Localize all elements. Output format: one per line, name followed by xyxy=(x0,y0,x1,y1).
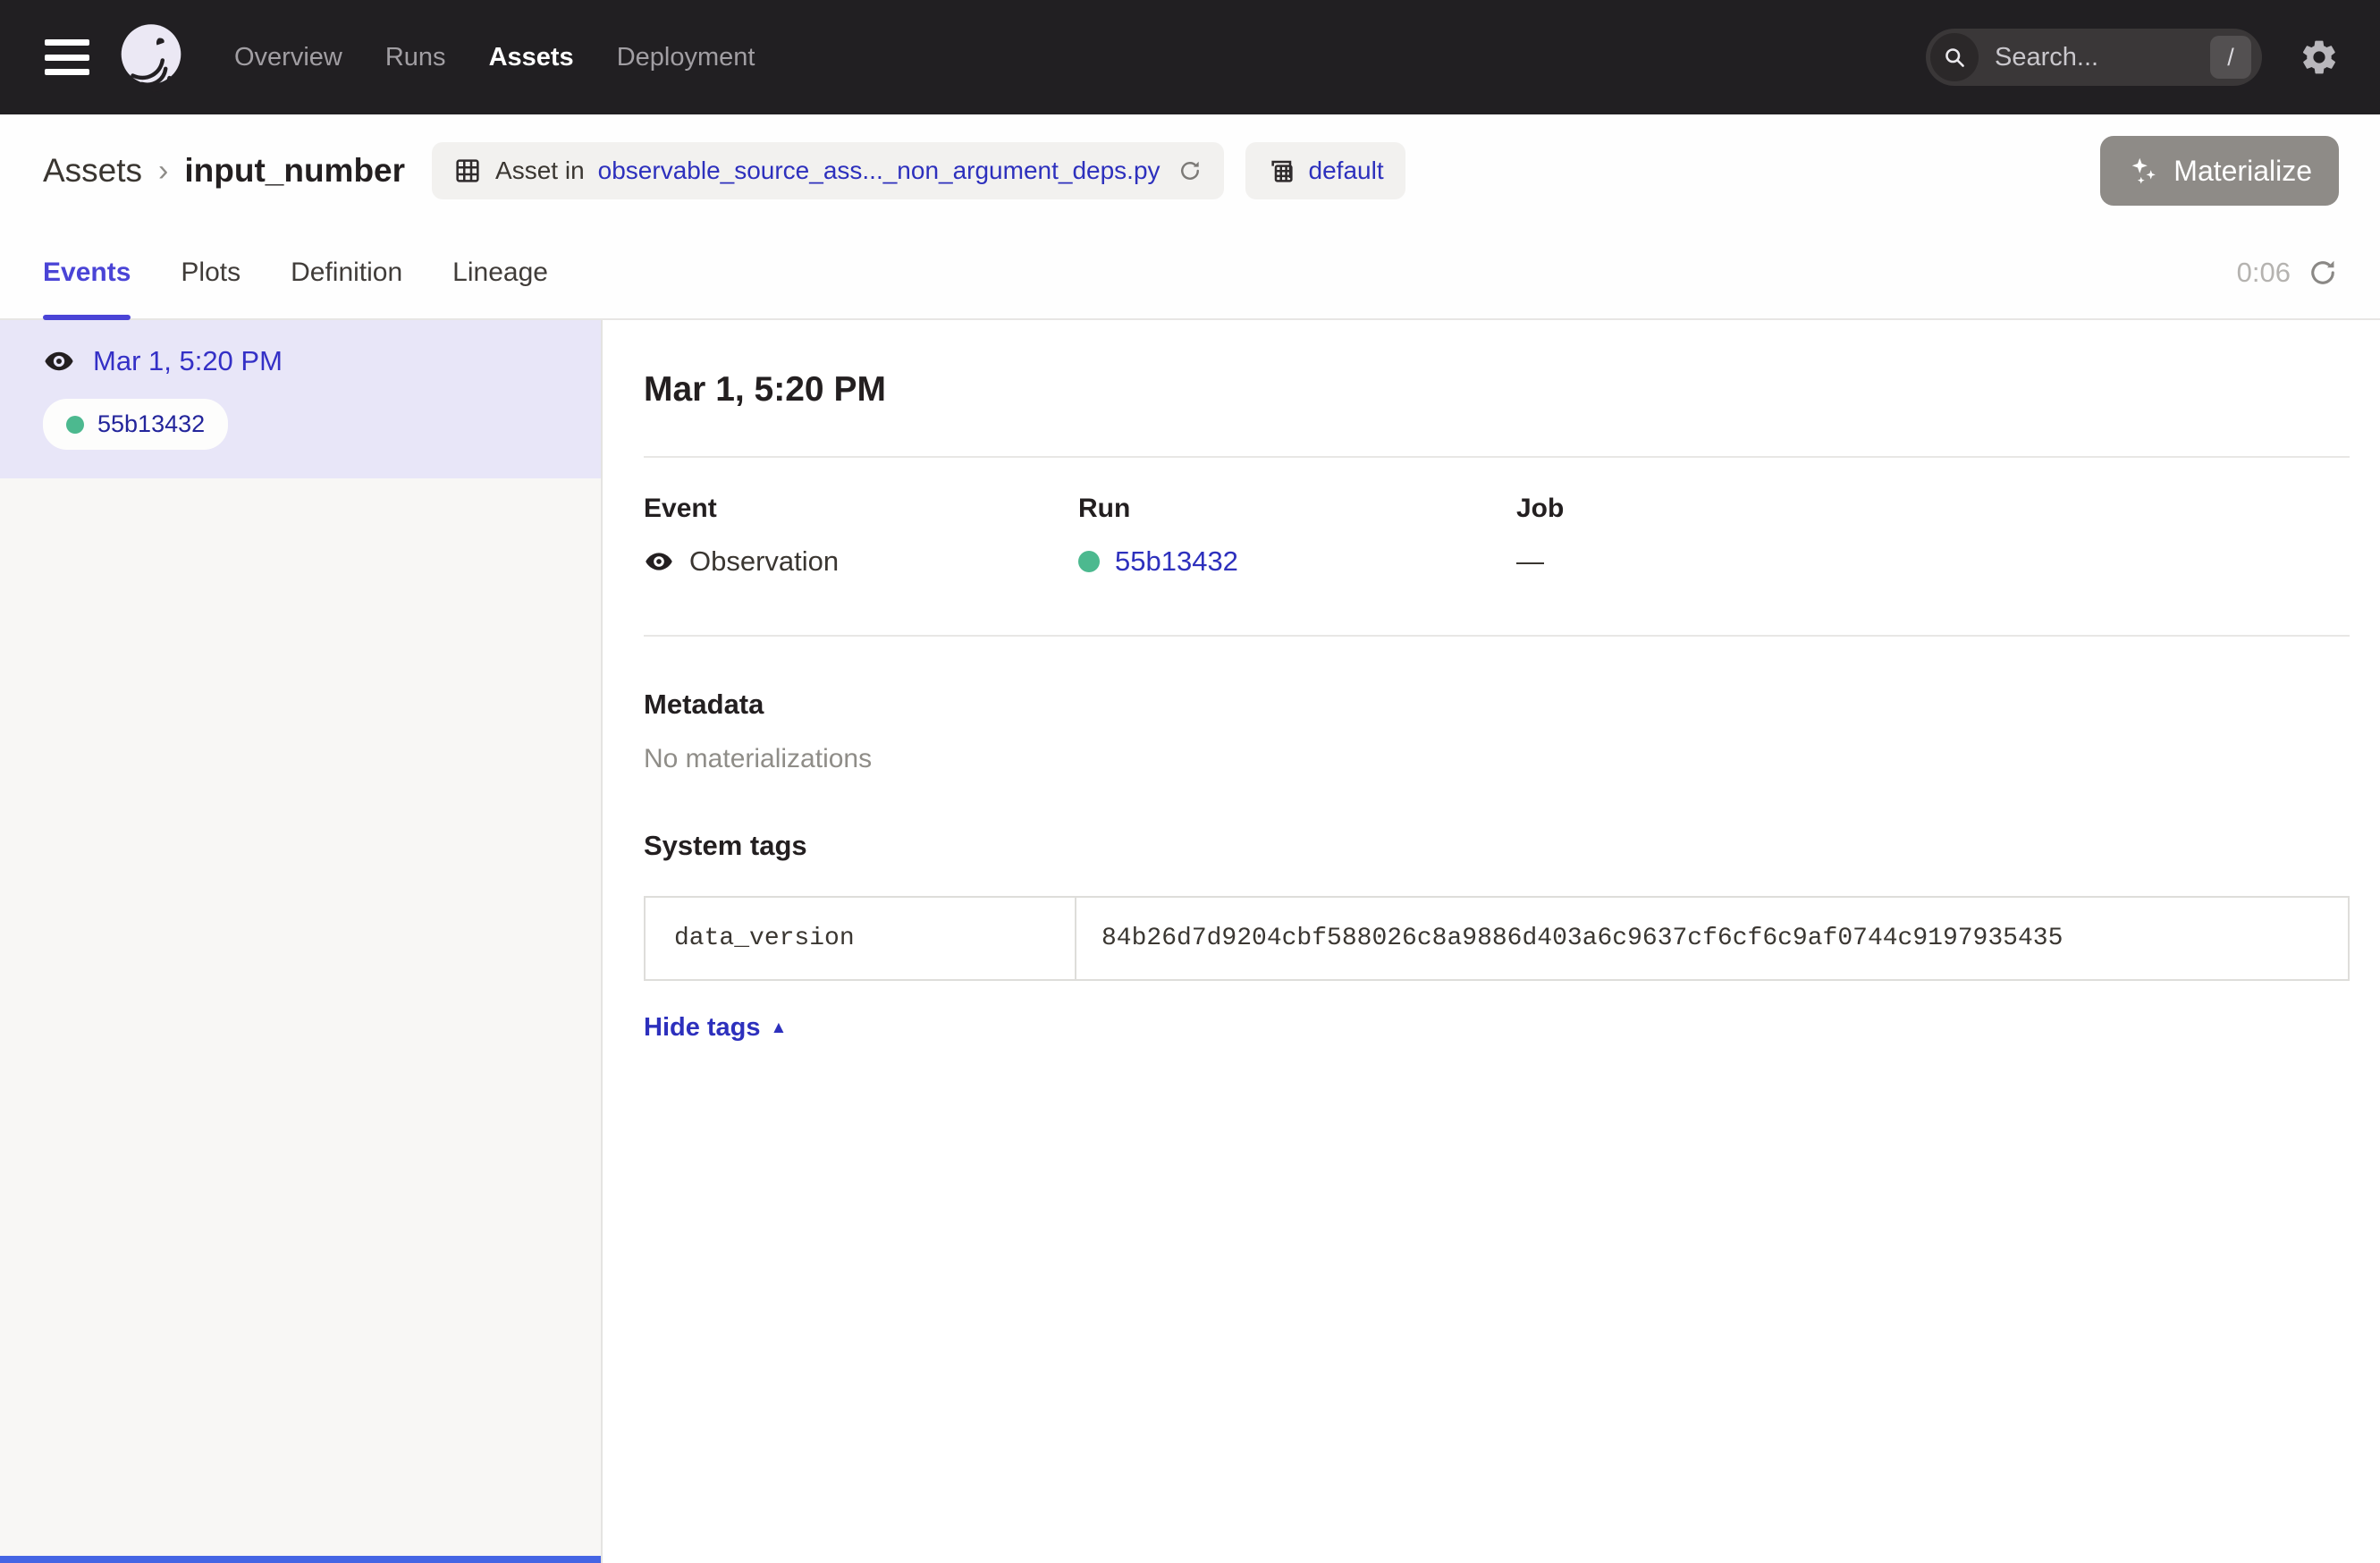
tab-plots[interactable]: Plots xyxy=(181,227,241,318)
sidebar-loading-bar xyxy=(0,1556,601,1563)
nav-item-assets[interactable]: Assets xyxy=(489,43,574,72)
divider xyxy=(644,456,2350,458)
asset-definition-file-link[interactable]: observable_source_ass..._non_argument_de… xyxy=(598,156,1160,185)
search-input[interactable] xyxy=(1979,43,2210,72)
dagster-logo[interactable] xyxy=(114,21,188,94)
event-list-sidebar: Mar 1, 5:20 PM 55b13432 xyxy=(0,320,603,1563)
primary-nav: Overview Runs Assets Deployment xyxy=(234,43,755,72)
breadcrumb-row: Assets › input_number Asset in observabl… xyxy=(0,114,2380,227)
caret-up-icon: ▲ xyxy=(771,1019,788,1036)
observation-eye-icon xyxy=(644,546,674,577)
asset-name-title: input_number xyxy=(184,152,405,190)
asset-definition-pill: Asset in observable_source_ass..._non_ar… xyxy=(432,142,1223,199)
materialize-button[interactable]: Materialize xyxy=(2100,136,2339,206)
tab-lineage[interactable]: Lineage xyxy=(452,227,548,318)
materialize-label: Materialize xyxy=(2173,155,2312,188)
hide-tags-link[interactable]: Hide tags ▲ xyxy=(644,1013,787,1043)
repo-pill: default xyxy=(1245,142,1405,199)
repo-default-link[interactable]: default xyxy=(1309,156,1384,185)
asset-grid-icon xyxy=(453,156,482,185)
nav-item-deployment[interactable]: Deployment xyxy=(617,43,755,72)
event-list-item[interactable]: Mar 1, 5:20 PM 55b13432 xyxy=(0,320,601,478)
run-column-header: Run xyxy=(1078,494,1516,524)
run-status-dot xyxy=(1078,551,1100,572)
metadata-heading: Metadata xyxy=(644,689,2350,721)
nav-item-runs[interactable]: Runs xyxy=(385,43,446,72)
settings-gear-icon[interactable] xyxy=(2300,38,2339,77)
event-detail-title: Mar 1, 5:20 PM xyxy=(644,370,2350,410)
content-area: Mar 1, 5:20 PM 55b13432 Mar 1, 5:20 PM E… xyxy=(0,320,2380,1563)
tab-events[interactable]: Events xyxy=(43,227,131,318)
asset-definition-prefix: Asset in xyxy=(495,156,585,185)
refresh-countdown: 0:06 xyxy=(2237,257,2291,289)
refresh-icon[interactable] xyxy=(2307,257,2339,289)
chevron-right-icon: › xyxy=(158,154,168,189)
event-column-header: Event xyxy=(644,494,1078,524)
top-navbar: Overview Runs Assets Deployment / xyxy=(0,0,2380,114)
event-summary-columns: Event Observation Run 55b13432 xyxy=(644,494,2350,578)
run-id-link[interactable]: 55b13432 xyxy=(1115,545,1238,578)
menu-icon[interactable] xyxy=(45,39,89,75)
auto-refresh-control: 0:06 xyxy=(2237,257,2339,289)
run-id-badge[interactable]: 55b13432 xyxy=(43,399,228,450)
sparkles-icon xyxy=(2127,155,2159,187)
dagster-octopus-icon xyxy=(114,21,188,94)
system-tags-table: data_version 84b26d7d9204cbf588026c8a988… xyxy=(644,896,2350,981)
metadata-empty-text: No materializations xyxy=(644,744,2350,774)
event-timestamp-link[interactable]: Mar 1, 5:20 PM xyxy=(93,345,283,377)
job-empty-value: — xyxy=(1516,545,1544,578)
search-box[interactable]: / xyxy=(1926,29,2262,86)
event-type-value: Observation xyxy=(689,545,839,578)
repo-icon xyxy=(1267,156,1295,185)
tab-definition[interactable]: Definition xyxy=(291,227,402,318)
tag-key-cell: data_version xyxy=(646,898,1076,979)
run-id-text: 55b13432 xyxy=(97,410,205,438)
divider xyxy=(644,635,2350,637)
breadcrumb-assets-link[interactable]: Assets xyxy=(43,152,142,190)
reload-definition-icon[interactable] xyxy=(1177,158,1203,183)
search-shortcut-badge: / xyxy=(2210,36,2251,79)
tabs-row: Events Plots Definition Lineage 0:06 xyxy=(0,227,2380,320)
event-detail-panel: Mar 1, 5:20 PM Event Observation Run xyxy=(603,320,2380,1563)
dagster-app: Overview Runs Assets Deployment / Assets… xyxy=(0,0,2380,1563)
job-column-header: Job xyxy=(1516,494,1564,524)
nav-item-overview[interactable]: Overview xyxy=(234,43,342,72)
system-tags-heading: System tags xyxy=(644,830,2350,862)
run-status-dot xyxy=(66,416,84,434)
observation-eye-icon xyxy=(43,345,75,377)
search-icon xyxy=(1930,33,1979,81)
hide-tags-label: Hide tags xyxy=(644,1013,761,1043)
tag-value-cell: 84b26d7d9204cbf588026c8a9886d403a6c9637c… xyxy=(1076,898,2348,979)
